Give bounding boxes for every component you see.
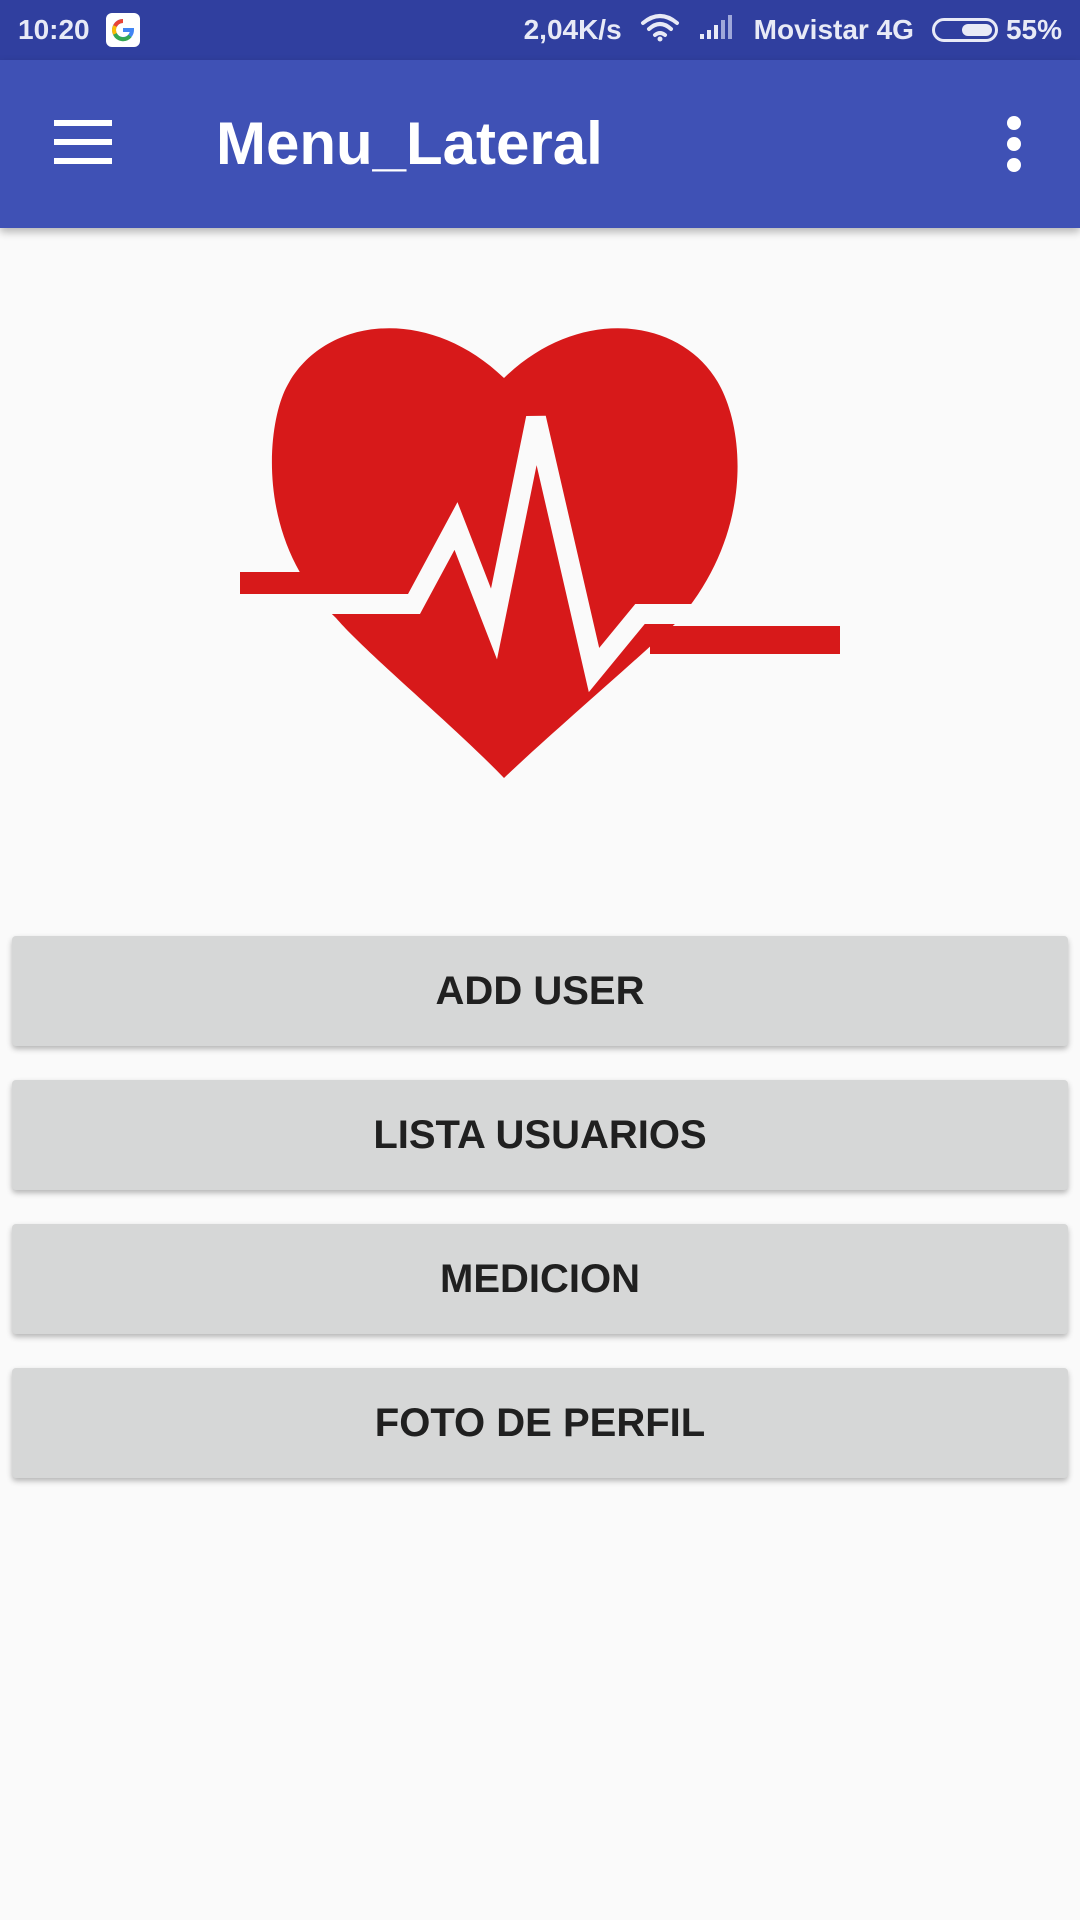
status-bar: 10:20 2,04K/s Movistar 4G 55% (0, 0, 1080, 60)
lista-usuarios-button[interactable]: LISTA USUARIOS (12, 1080, 1068, 1190)
status-left: 10:20 (18, 13, 140, 47)
google-icon (105, 13, 140, 47)
signal-icon (698, 14, 736, 47)
network-speed: 2,04K/s (523, 14, 622, 45)
carrier-label: Movistar 4G (753, 14, 914, 45)
battery-level (961, 24, 992, 36)
status-time: 10:20 (18, 14, 90, 45)
battery-icon (931, 18, 998, 42)
battery-percent: 55% (1005, 14, 1062, 45)
app-bar: Menu_Lateral (0, 60, 1080, 228)
status-right: 2,04K/s Movistar 4G 55% (506, 12, 1062, 49)
add-user-button[interactable]: ADD USER (12, 936, 1068, 1046)
wifi-icon (640, 12, 680, 49)
medicion-button[interactable]: MEDICION (12, 1224, 1068, 1334)
heart-pulse-icon (236, 328, 840, 778)
more-vert-icon[interactable] (996, 116, 1032, 172)
app-title: Menu_Lateral (216, 110, 603, 177)
menu-icon[interactable] (54, 120, 112, 164)
foto-de-perfil-button[interactable]: FOTO DE PERFIL (12, 1368, 1068, 1478)
